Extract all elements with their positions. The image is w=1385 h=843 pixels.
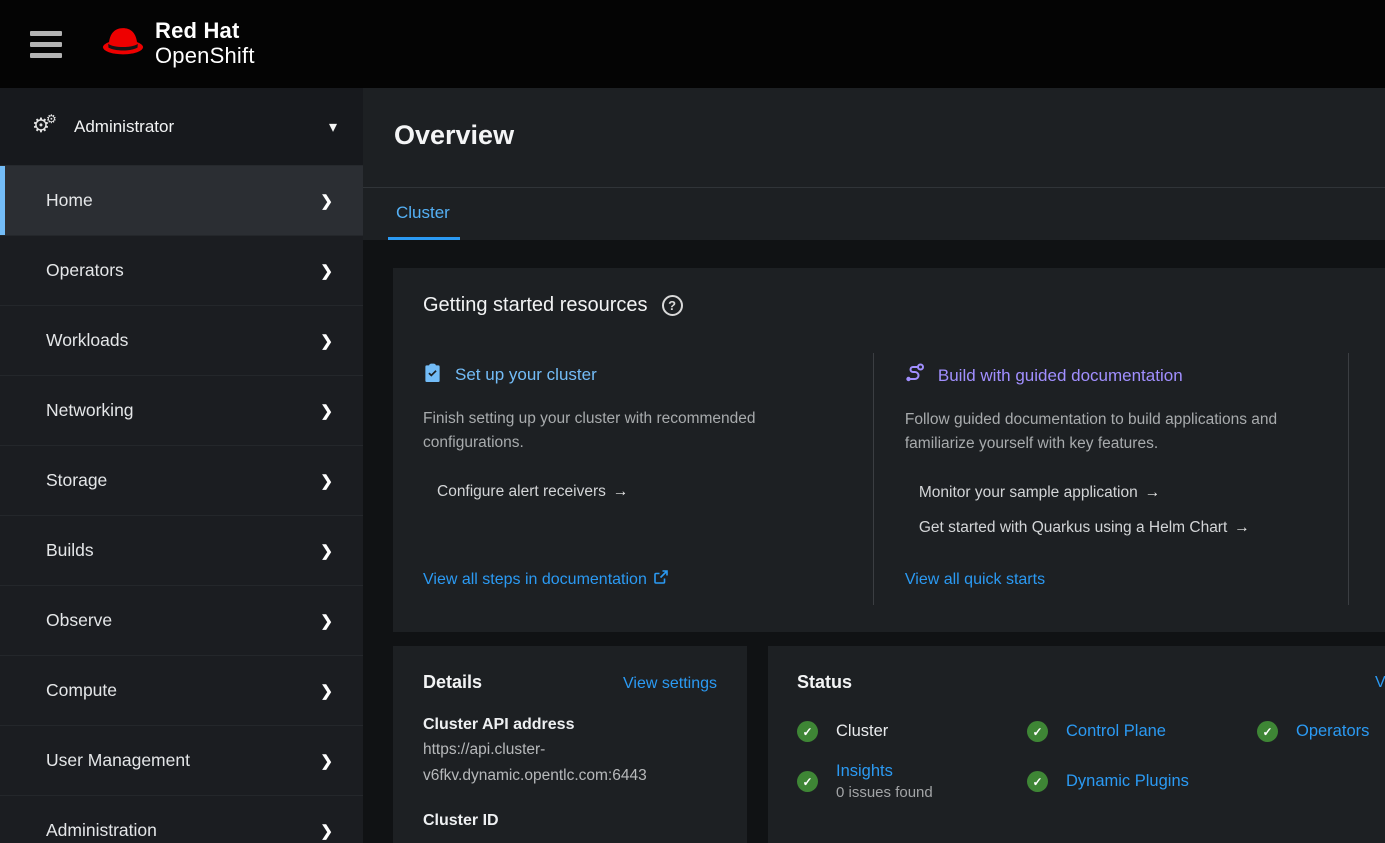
setup-cluster-description: Finish setting up your cluster with reco… <box>423 407 837 455</box>
page-header: Overview <box>363 88 1385 187</box>
sidebar-item-label: Networking <box>46 400 134 421</box>
insights-issues-count: 0 issues found <box>836 784 933 801</box>
clipboard-check-icon <box>423 363 442 387</box>
sidebar-item-observe[interactable]: Observe ❯ <box>0 586 363 656</box>
sidebar-item-storage[interactable]: Storage ❯ <box>0 446 363 516</box>
details-title: Details <box>423 672 482 693</box>
sidebar-item-label: Home <box>46 190 93 211</box>
help-icon[interactable]: ? <box>662 295 683 316</box>
details-card: Details View settings Cluster API addres… <box>393 646 747 843</box>
status-item-dynamic-plugins: ✓ Dynamic Plugins <box>1027 762 1257 801</box>
chevron-right-icon: ❯ <box>320 542 333 560</box>
hamburger-icon <box>30 31 62 36</box>
field-label: Cluster API address <box>423 713 717 737</box>
status-title: Status <box>797 672 852 693</box>
brand-line1: Red Hat <box>155 18 255 43</box>
sidebar-item-label: Operators <box>46 260 124 281</box>
sidebar-item-label: Administration <box>46 820 157 841</box>
quarkus-helm-chart-link[interactable]: Get started with Quarkus using a Helm Ch… <box>919 517 1312 539</box>
field-value: https://api.cluster- v6fkv.dynamic.opent… <box>423 737 717 789</box>
sidebar-item-home[interactable]: Home ❯ <box>0 166 363 236</box>
check-circle-icon: ✓ <box>1027 771 1048 792</box>
chevron-right-icon: ❯ <box>320 472 333 490</box>
setup-cluster-column: Set up your cluster Finish setting up yo… <box>393 353 873 605</box>
chevron-right-icon: ❯ <box>320 332 333 350</box>
status-item-cluster: ✓ Cluster <box>797 721 1027 742</box>
route-icon <box>905 363 925 388</box>
status-item-insights: ✓ Insights 0 issues found <box>797 762 1027 801</box>
sidebar-item-user-management[interactable]: User Management ❯ <box>0 726 363 796</box>
sidebar-item-label: Storage <box>46 470 107 491</box>
perspective-switcher[interactable]: ⚙ ⚙ Administrator ▾ <box>0 88 363 166</box>
cluster-api-address-field: Cluster API address https://api.cluster-… <box>423 713 717 789</box>
sidebar-item-workloads[interactable]: Workloads ❯ <box>0 306 363 376</box>
chevron-right-icon: ❯ <box>320 262 333 280</box>
clipped-column <box>1348 353 1385 605</box>
sidebar-item-builds[interactable]: Builds ❯ <box>0 516 363 586</box>
chevron-right-icon: ❯ <box>320 682 333 700</box>
external-link-icon <box>654 570 668 589</box>
status-item-operators: ✓ Operators <box>1257 721 1385 742</box>
check-circle-icon: ✓ <box>797 771 818 792</box>
cogs-icon: ⚙ ⚙ <box>32 115 60 139</box>
brand-logo[interactable]: Red Hat OpenShift <box>102 18 255 68</box>
sidebar-item-label: Workloads <box>46 330 128 351</box>
arrow-right-icon: → <box>613 483 629 500</box>
sidebar-item-networking[interactable]: Networking ❯ <box>0 376 363 446</box>
getting-started-card: Getting started resources ? Set up your … <box>393 268 1385 632</box>
sidebar-item-label: Compute <box>46 680 117 701</box>
sidebar-item-administration[interactable]: Administration ❯ <box>0 796 363 843</box>
perspective-label: Administrator <box>74 117 174 137</box>
chevron-right-icon: ❯ <box>320 752 333 770</box>
getting-started-title: Getting started resources <box>423 294 648 317</box>
chevron-right-icon: ❯ <box>320 192 333 210</box>
caret-down-icon: ▾ <box>329 117 337 137</box>
arrow-right-icon: → <box>1145 484 1161 501</box>
sidebar-item-compute[interactable]: Compute ❯ <box>0 656 363 726</box>
tab-cluster[interactable]: Cluster <box>394 188 452 240</box>
chevron-right-icon: ❯ <box>320 612 333 630</box>
view-all-steps-link[interactable]: View all steps in documentation <box>423 570 837 589</box>
guided-documentation-description: Follow guided documentation to build app… <box>905 408 1312 456</box>
sidebar-nav: ⚙ ⚙ Administrator ▾ Home ❯ Operators ❯ W… <box>0 88 363 843</box>
guided-documentation-link[interactable]: Build with guided documentation <box>905 363 1312 388</box>
masthead: Red Hat OpenShift <box>0 0 1385 88</box>
field-label: Cluster ID <box>423 809 717 833</box>
configure-alert-receivers-link[interactable]: Configure alert receivers→ <box>437 481 837 503</box>
status-card: Status View alerts ✓ Cluster ✓ Control P… <box>768 646 1385 843</box>
tab-bar: Cluster <box>363 187 1385 240</box>
chevron-right-icon: ❯ <box>320 822 333 840</box>
sidebar-item-label: Builds <box>46 540 94 561</box>
check-circle-icon: ✓ <box>1257 721 1278 742</box>
openshift-console: Red Hat OpenShift ⚙ ⚙ Administrator ▾ Ho… <box>0 0 1385 843</box>
arrow-right-icon: → <box>1234 519 1250 536</box>
sidebar-item-operators[interactable]: Operators ❯ <box>0 236 363 306</box>
sidebar-item-label: User Management <box>46 750 190 771</box>
chevron-right-icon: ❯ <box>320 402 333 420</box>
overview-content: Getting started resources ? Set up your … <box>363 240 1385 843</box>
view-alerts-link[interactable]: View alerts <box>1375 674 1385 692</box>
red-hat-fedora-icon <box>102 25 144 61</box>
view-settings-link[interactable]: View settings <box>623 675 717 693</box>
monitor-sample-app-link[interactable]: Monitor your sample application→ <box>919 482 1312 504</box>
cluster-id-field: Cluster ID <box>423 809 717 833</box>
page-title: Overview <box>363 88 1385 151</box>
setup-cluster-link[interactable]: Set up your cluster <box>423 363 837 387</box>
brand-line2: OpenShift <box>155 43 255 68</box>
nav-toggle-button[interactable] <box>30 31 62 64</box>
view-all-quick-starts-link[interactable]: View all quick starts <box>905 571 1312 589</box>
sidebar-item-label: Observe <box>46 610 112 631</box>
check-circle-icon: ✓ <box>797 721 818 742</box>
check-circle-icon: ✓ <box>1027 721 1048 742</box>
guided-documentation-column: Build with guided documentation Follow g… <box>873 353 1348 605</box>
status-item-control-plane: ✓ Control Plane <box>1027 721 1257 742</box>
